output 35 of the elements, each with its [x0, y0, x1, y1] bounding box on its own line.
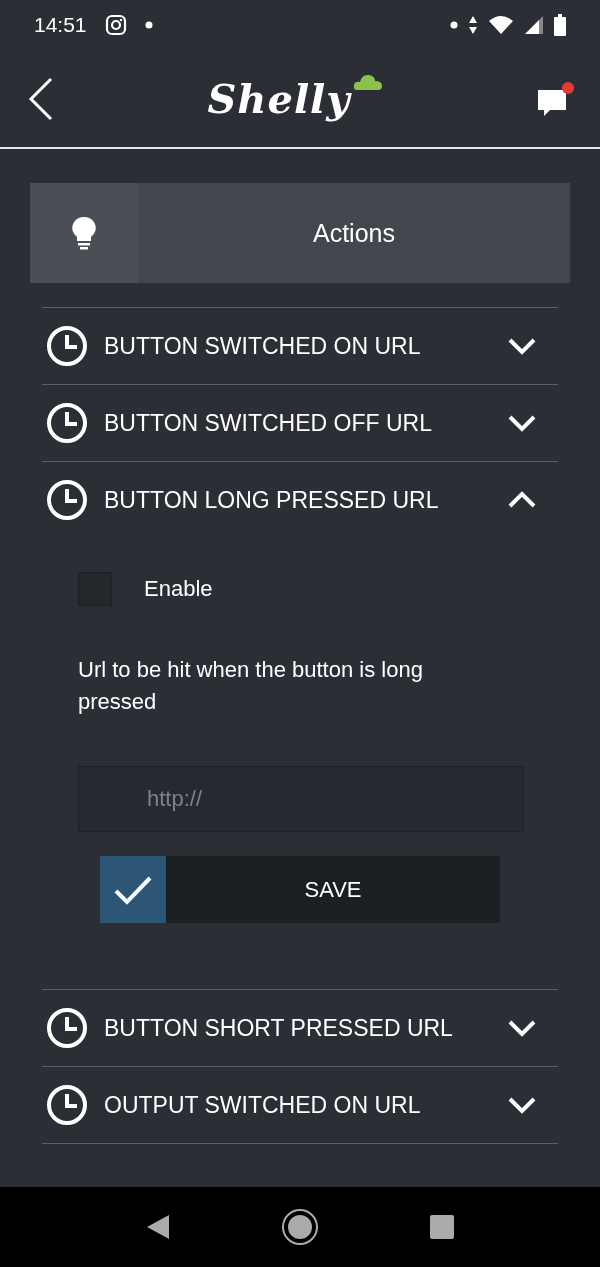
- nav-back-button[interactable]: [145, 1213, 171, 1241]
- clock-icon: [46, 479, 88, 521]
- back-icon[interactable]: [28, 76, 54, 121]
- accordion-header[interactable]: BUTTON SWITCHED OFF URL: [42, 384, 558, 461]
- clock-icon: [46, 1084, 88, 1126]
- card-title: Actions: [312, 217, 396, 249]
- enable-label: Enable: [144, 576, 213, 602]
- shelly-logo: Shelly: [207, 75, 351, 122]
- section-title: BUTTON LONG PRESSED URL: [104, 486, 440, 514]
- section-title: OUTPUT SWITCHED ON URL: [104, 1091, 422, 1119]
- accordion-header[interactable]: BUTTON SWITCHED ON URL: [42, 307, 558, 384]
- accordion-header[interactable]: BUTTON LONG PRESSED URL: [42, 461, 558, 538]
- chat-icon[interactable]: [536, 79, 576, 118]
- notification-dot-icon: [450, 21, 458, 29]
- lightbulb-icon: [71, 216, 97, 250]
- section-title: BUTTON SHORT PRESSED URL: [104, 1014, 454, 1042]
- clock-icon: [46, 325, 88, 367]
- clock-icon: [46, 402, 88, 444]
- status-time: 14:51: [34, 13, 87, 37]
- section-title: BUTTON SWITCHED ON URL: [104, 332, 422, 360]
- signal-icon: [524, 15, 544, 35]
- data-arrows-icon: [468, 15, 478, 35]
- notification-dot-icon: [144, 21, 153, 29]
- section-title: BUTTON SWITCHED OFF URL: [104, 409, 433, 437]
- url-input-field[interactable]: http://: [78, 766, 524, 832]
- battery-icon: [554, 14, 566, 36]
- save-button[interactable]: SAVE: [100, 856, 500, 923]
- nav-recents-button[interactable]: [429, 1214, 455, 1240]
- nav-home-button[interactable]: [281, 1208, 319, 1246]
- clock-icon: [46, 1007, 88, 1049]
- wifi-icon: [488, 15, 514, 35]
- accordion-header[interactable]: OUTPUT SWITCHED ON URL: [42, 1066, 558, 1143]
- url-description: Url to be hit when the button is long pressed: [78, 656, 424, 716]
- camera-app-icon: [104, 14, 127, 36]
- accordion-header[interactable]: BUTTON SHORT PRESSED URL: [42, 989, 558, 1066]
